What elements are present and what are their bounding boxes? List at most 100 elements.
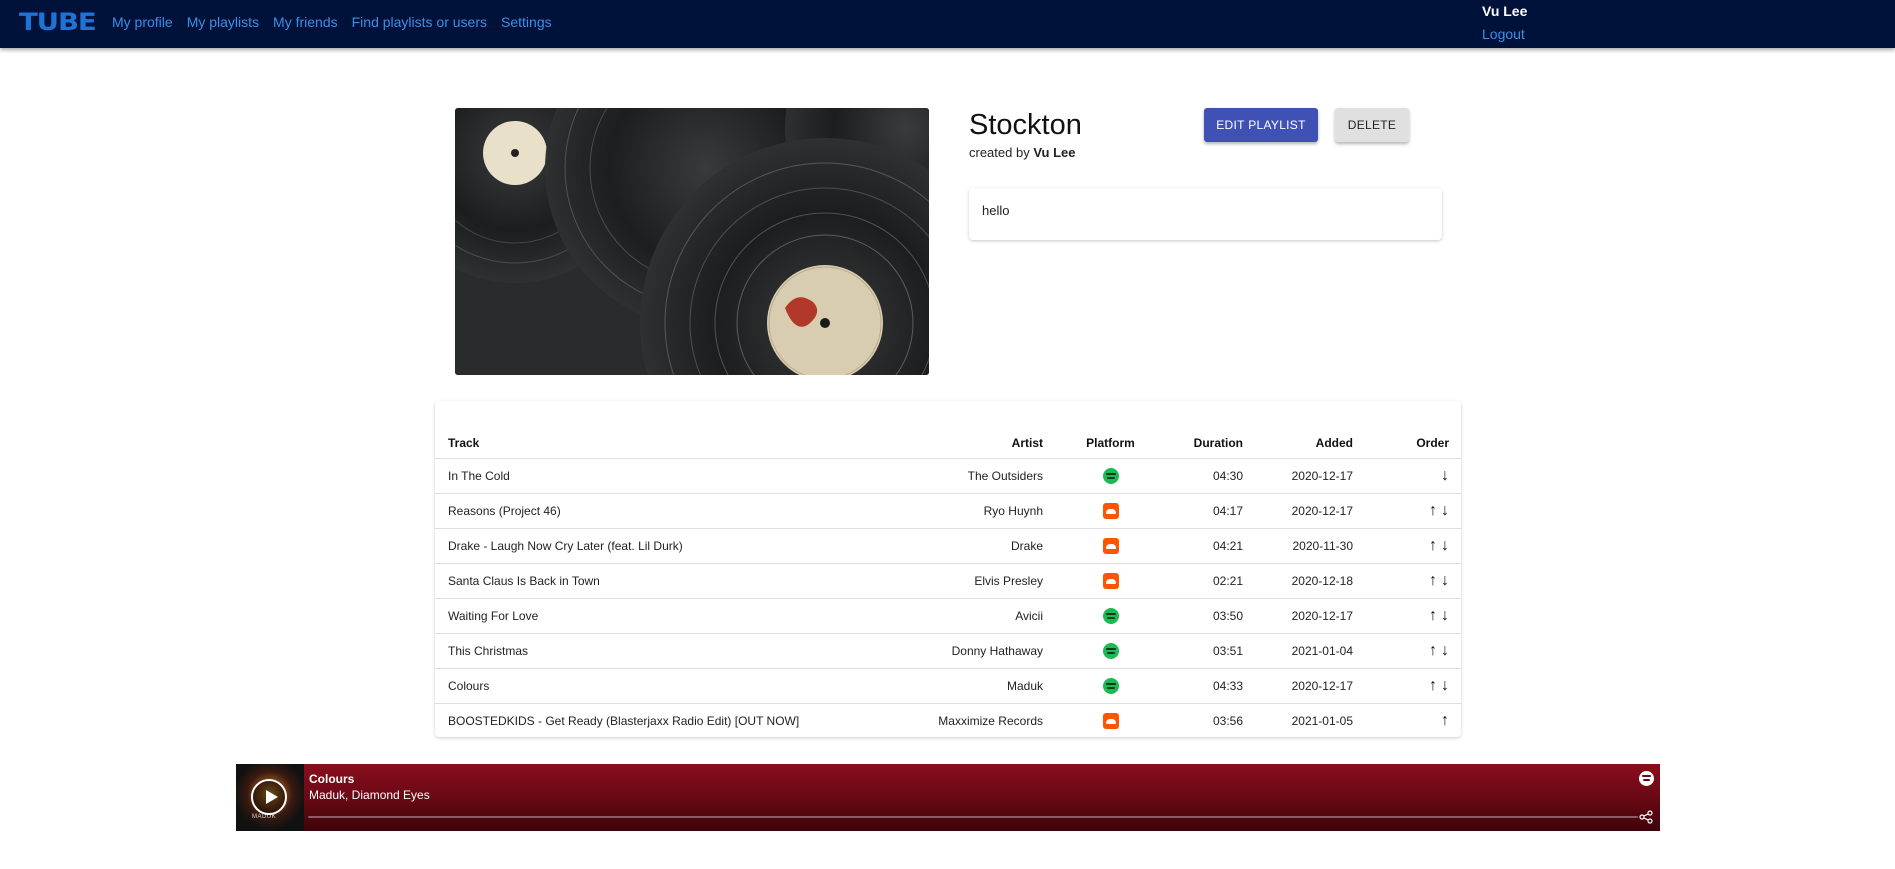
- album-art-text: MADUK: [252, 814, 277, 820]
- platform-cell: [1055, 633, 1165, 669]
- order-controls-cell: ↑ ↓: [1365, 598, 1461, 634]
- platform-cell: [1055, 703, 1165, 738]
- table-row[interactable]: This Christmas Donny Hathaway 03:51 2021-01…: [435, 633, 1461, 669]
- duration-cell: 04:33: [1165, 668, 1255, 704]
- nav-link-my-playlists[interactable]: My playlists: [187, 14, 259, 30]
- artist-cell: Ryo Huynh: [875, 493, 1055, 529]
- order-controls-cell: ↑ ↓: [1365, 633, 1461, 669]
- tracks-table-body: In The Cold The Outsiders 04:30 2020-12-17 ↓…: [435, 458, 1461, 738]
- player-progress-bar[interactable]: [308, 816, 1638, 818]
- nav-link-settings[interactable]: Settings: [501, 14, 552, 30]
- duration-cell: 03:51: [1165, 633, 1255, 669]
- order-controls-cell: ↑ ↓: [1365, 528, 1461, 564]
- table-row[interactable]: Reasons (Project 46) Ryo Huynh 04:17 2020-1…: [435, 493, 1461, 529]
- player-track-artists[interactable]: Maduk, Diamond Eyes: [309, 788, 430, 802]
- platform-cell: [1055, 563, 1165, 599]
- track-name-cell: BOOSTEDKIDS - Get Ready (Blasterjaxx Rad…: [448, 713, 800, 728]
- move-up-arrow-icon[interactable]: ↑: [1429, 677, 1437, 694]
- move-up-arrow-icon[interactable]: ↑: [1429, 607, 1437, 624]
- delete-playlist-button[interactable]: DELETE: [1335, 108, 1409, 142]
- header-track: Track: [435, 428, 875, 459]
- move-down-arrow-icon[interactable]: ↓: [1441, 502, 1449, 519]
- playlist-description: hello: [969, 188, 1442, 240]
- creator-name[interactable]: Vu Lee: [1033, 145, 1075, 160]
- move-down-arrow-icon[interactable]: ↓: [1441, 677, 1449, 694]
- order-controls-cell: ↓: [1365, 458, 1461, 494]
- move-up-arrow-icon[interactable]: ↑: [1429, 572, 1437, 589]
- added-date-cell: 2020-11-30: [1255, 528, 1365, 564]
- track-name-cell: Reasons (Project 46): [435, 493, 875, 529]
- order-controls-cell: ↑ ↓: [1365, 563, 1461, 599]
- share-icon[interactable]: [1639, 810, 1653, 824]
- artist-cell: Elvis Presley: [875, 563, 1055, 599]
- nav-links: My profile My playlists My friends Find …: [112, 14, 552, 30]
- artist-cell: The Outsiders: [875, 458, 1055, 494]
- table-row[interactable]: Santa Claus Is Back in Town Elvis Presley…: [435, 563, 1461, 599]
- logout-link[interactable]: Logout: [1482, 26, 1527, 42]
- header-artist: Artist: [875, 428, 1055, 459]
- table-row[interactable]: In The Cold The Outsiders 04:30 2020-12-17 ↓: [435, 458, 1461, 494]
- nav-link-find-playlists[interactable]: Find playlists or users: [352, 14, 487, 30]
- track-name-cell: Colours: [435, 668, 875, 704]
- table-row[interactable]: Drake - Laugh Now Cry Later (feat. Lil D…: [435, 528, 1461, 564]
- platform-cell: [1055, 598, 1165, 634]
- move-down-arrow-icon[interactable]: ↓: [1441, 607, 1449, 624]
- play-button[interactable]: [251, 779, 287, 815]
- header-platform: Platform: [1055, 428, 1165, 459]
- track-name-cell: Santa Claus Is Back in Town: [435, 563, 875, 599]
- edit-playlist-button[interactable]: EDIT PLAYLIST: [1204, 108, 1318, 142]
- soundcloud-icon[interactable]: [1102, 712, 1119, 729]
- spotify-logo-icon[interactable]: [1639, 771, 1654, 786]
- move-down-arrow-icon[interactable]: ↓: [1441, 572, 1449, 589]
- spotify-icon[interactable]: [1102, 642, 1119, 659]
- move-up-arrow-icon[interactable]: ↑: [1429, 642, 1437, 659]
- artist-cell: Donny Hathaway: [875, 633, 1055, 669]
- spotify-icon[interactable]: [1102, 607, 1119, 624]
- move-down-arrow-icon[interactable]: ↓: [1441, 467, 1449, 484]
- track-name-cell: This Christmas: [435, 633, 875, 669]
- order-controls-cell: ↑ ↓: [1365, 493, 1461, 529]
- platform-cell: [1055, 668, 1165, 704]
- artist-cell: Maduk: [875, 668, 1055, 704]
- spotify-icon[interactable]: [1102, 677, 1119, 694]
- move-down-arrow-icon[interactable]: ↓: [1441, 537, 1449, 554]
- order-controls-cell: ↑: [1365, 703, 1461, 738]
- added-date-cell: 2021-01-04: [1255, 633, 1365, 669]
- vinyl-records-illustration: [455, 108, 929, 375]
- platform-cell: [1055, 528, 1165, 564]
- added-date-cell: 2020-12-18: [1255, 563, 1365, 599]
- playlist-cover-image: [455, 108, 929, 375]
- created-by-line: created by Vu Lee: [969, 145, 1075, 160]
- table-row[interactable]: BOOSTEDKIDS - Get Ready (Blasterjaxx Rad…: [435, 703, 1461, 738]
- embedded-player: MADUK Colours Maduk, Diamond Eyes: [236, 764, 1660, 831]
- move-up-arrow-icon[interactable]: ↑: [1429, 537, 1437, 554]
- player-track-title[interactable]: Colours: [309, 772, 354, 786]
- app-logo[interactable]: TUBE: [19, 9, 97, 35]
- artist-cell: Drake: [875, 528, 1055, 564]
- track-name-cell: Drake - Laugh Now Cry Later (feat. Lil D…: [435, 528, 875, 564]
- added-date-cell: 2020-12-17: [1255, 458, 1365, 494]
- nav-link-my-profile[interactable]: My profile: [112, 14, 173, 30]
- duration-cell: 03:50: [1165, 598, 1255, 634]
- duration-cell: 02:21: [1165, 563, 1255, 599]
- user-box: Vu Lee Logout: [1482, 3, 1527, 42]
- duration-cell: 03:56: [1212, 713, 1243, 728]
- move-down-arrow-icon[interactable]: ↓: [1441, 642, 1449, 659]
- table-row[interactable]: Waiting For Love Avicii 03:50 2020-12-17 ↑ ↓: [435, 598, 1461, 634]
- duration-cell: 04:17: [1165, 493, 1255, 529]
- table-row[interactable]: Colours Maduk 04:33 2020-12-17 ↑ ↓: [435, 668, 1461, 704]
- soundcloud-icon[interactable]: [1102, 537, 1119, 554]
- spotify-icon[interactable]: [1102, 467, 1119, 484]
- move-up-arrow-icon[interactable]: ↑: [1429, 502, 1437, 519]
- header-added: Added: [1255, 428, 1365, 459]
- move-up-arrow-icon[interactable]: ↑: [1441, 712, 1449, 729]
- order-controls-cell: ↑ ↓: [1365, 668, 1461, 704]
- nav-link-my-friends[interactable]: My friends: [273, 14, 338, 30]
- playlist-title: Stockton: [969, 109, 1082, 141]
- platform-cell: [1055, 493, 1165, 529]
- platform-cell: [1055, 458, 1165, 494]
- soundcloud-icon[interactable]: [1102, 502, 1119, 519]
- artist-cell: Maxximize Records: [938, 713, 1043, 728]
- added-date-cell: 2020-12-17: [1255, 668, 1365, 704]
- soundcloud-icon[interactable]: [1102, 572, 1119, 589]
